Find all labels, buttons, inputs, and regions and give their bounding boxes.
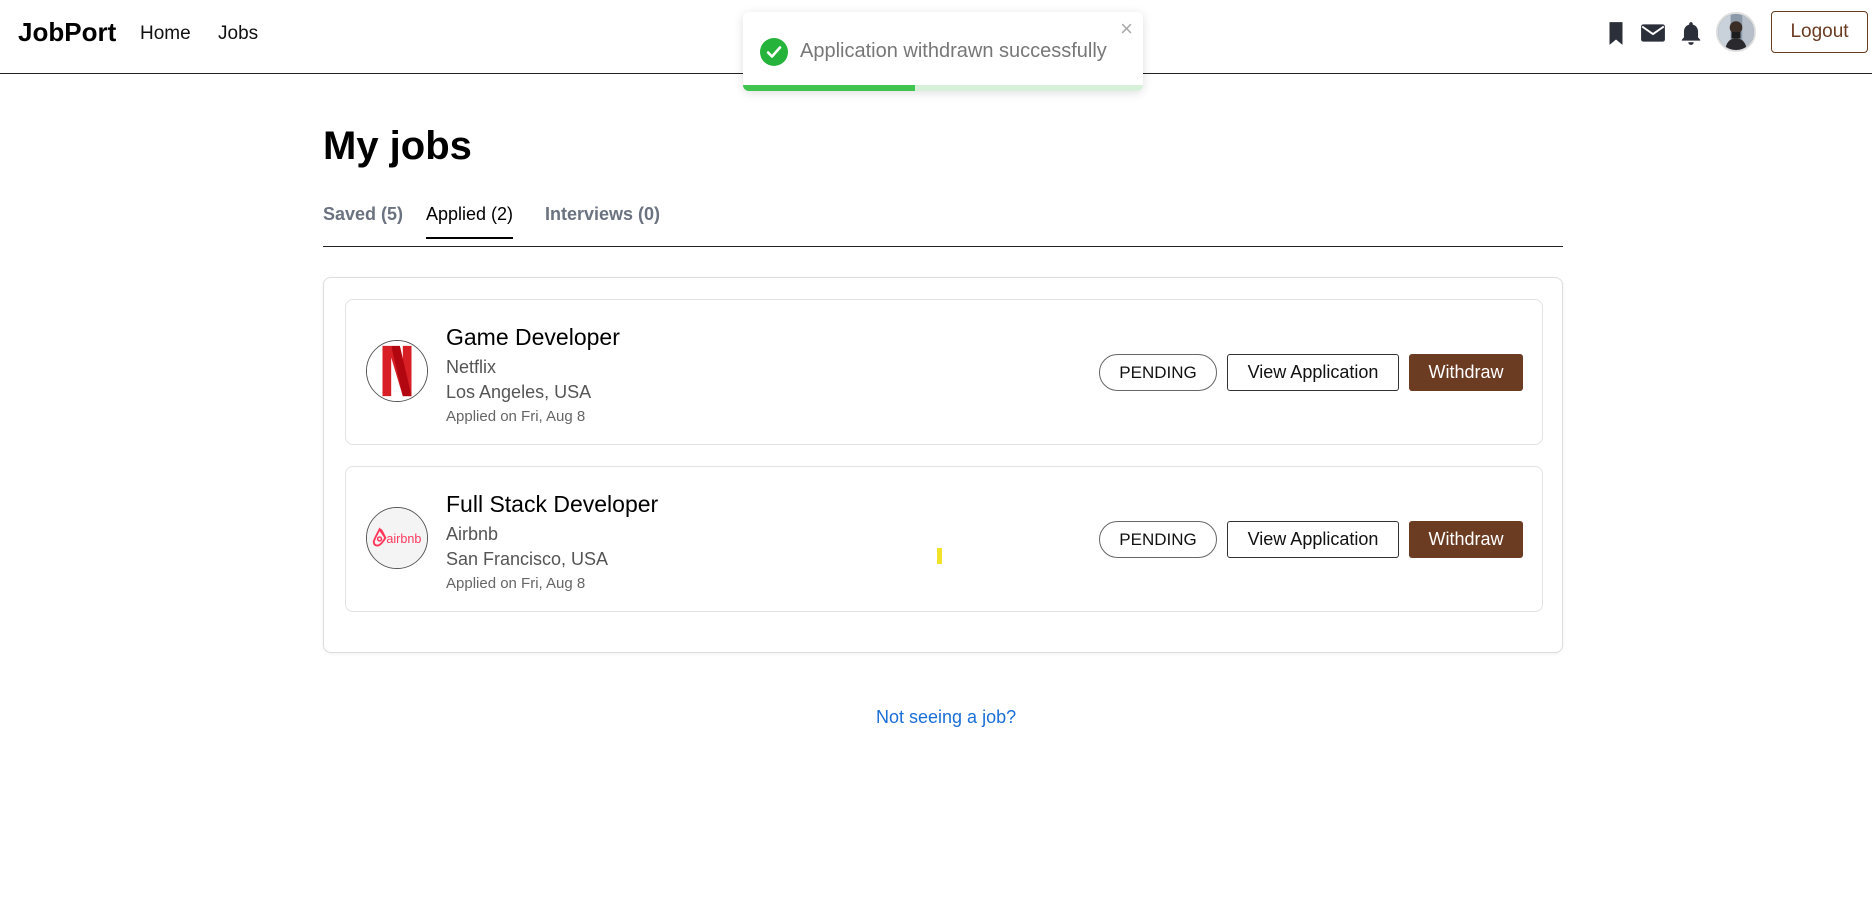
status-badge: PENDING — [1099, 521, 1217, 558]
tab-interviews[interactable]: Interviews (0) — [545, 204, 660, 225]
withdraw-button[interactable]: Withdraw — [1409, 354, 1523, 391]
company-name: Netflix — [446, 357, 497, 377]
tab-applied[interactable]: Applied (2) — [426, 204, 514, 239]
company-name: Airbnb — [446, 524, 499, 544]
close-icon[interactable]: × — [1120, 18, 1133, 40]
applied-date: Applied on Fri, Aug 8 — [446, 575, 586, 592]
tab-bar: Saved (5) Applied (2) Interviews (0) — [323, 200, 1563, 247]
view-application-button[interactable]: View Application — [1227, 354, 1399, 391]
job-title[interactable]: Full Stack Developer — [446, 491, 658, 518]
success-toast: Application withdrawn successfully × — [743, 12, 1143, 91]
not-seeing-job-link[interactable]: Not seeing a job? — [876, 707, 1016, 728]
tab-saved[interactable]: Saved (5) — [323, 204, 403, 225]
job-card: Game Developer Netflix Los Angeles, USA … — [345, 299, 1543, 445]
withdraw-button[interactable]: Withdraw — [1409, 521, 1523, 558]
job-location: San Francisco, USA — [446, 549, 609, 569]
mail-icon[interactable] — [1640, 20, 1666, 46]
job-card: airbnb Full Stack Developer Airbnb San F… — [345, 466, 1543, 612]
airbnb-logo: airbnb — [366, 507, 428, 569]
job-location: Los Angeles, USA — [446, 382, 592, 402]
text-cursor-highlight — [937, 548, 942, 564]
job-title[interactable]: Game Developer — [446, 324, 620, 351]
bell-icon[interactable] — [1678, 20, 1704, 46]
nav-jobs-link[interactable]: Jobs — [218, 23, 258, 45]
status-badge: PENDING — [1099, 354, 1217, 391]
logout-button[interactable]: Logout — [1771, 11, 1868, 53]
applied-date: Applied on Fri, Aug 8 — [446, 408, 586, 425]
checkmark-icon — [760, 38, 788, 66]
svg-text:airbnb: airbnb — [386, 532, 421, 546]
user-avatar[interactable] — [1716, 12, 1756, 52]
page-title: My jobs — [323, 124, 472, 168]
nav-home-link[interactable]: Home — [140, 23, 191, 45]
netflix-logo — [366, 340, 428, 402]
toast-progress-fill — [743, 85, 915, 91]
view-application-button[interactable]: View Application — [1227, 521, 1399, 558]
bookmark-icon[interactable] — [1603, 20, 1629, 46]
toast-progress-bar — [743, 85, 1143, 91]
brand-logo[interactable]: JobPort — [18, 17, 116, 48]
applied-jobs-list: Game Developer Netflix Los Angeles, USA … — [323, 277, 1563, 653]
toast-message: Application withdrawn successfully — [800, 40, 1107, 62]
